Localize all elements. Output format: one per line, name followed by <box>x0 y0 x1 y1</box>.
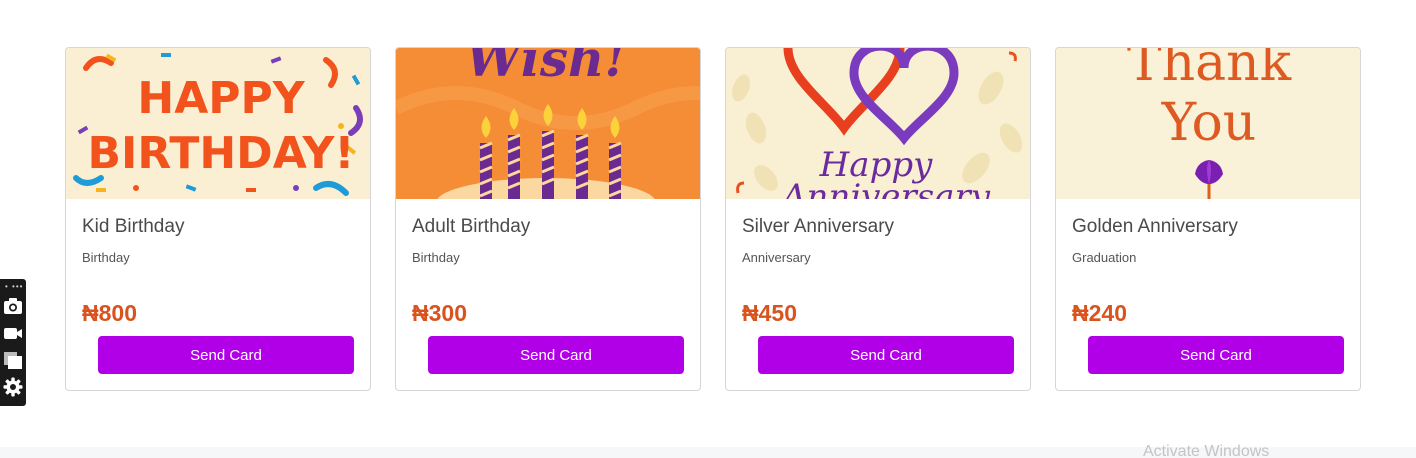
video-icon[interactable] <box>3 323 23 343</box>
card-title: Golden Anniversary <box>1072 216 1238 237</box>
card-category: Graduation <box>1072 250 1137 265</box>
card-image-text: Wish! <box>466 48 627 88</box>
send-card-button[interactable]: Send Card <box>758 336 1014 374</box>
card-category: Birthday <box>82 250 130 265</box>
drag-handle-icon[interactable]: • ••• <box>5 282 23 291</box>
card-image-kid-birthday[interactable]: HAPPY BIRTHDAY! <box>66 48 370 199</box>
card-image-golden-anniversary[interactable]: Thank You <box>1056 48 1360 199</box>
card-image-adult-birthday[interactable]: Wish! <box>396 48 700 199</box>
card-image-text: BIRTHDAY! <box>88 128 355 179</box>
product-card: Happy Anniversary Silver Anniversary Ann… <box>725 47 1031 391</box>
product-card: HAPPY BIRTHDAY! Kid Birthday Birthday ₦8… <box>65 47 371 391</box>
camera-icon[interactable] <box>3 296 23 316</box>
card-title: Silver Anniversary <box>742 216 895 237</box>
card-price: ₦300 <box>412 300 467 326</box>
product-card: Thank You Golden Anniversary Graduation … <box>1055 47 1361 391</box>
send-card-button[interactable]: Send Card <box>1088 336 1344 374</box>
copy-icon[interactable] <box>3 350 23 370</box>
send-card-button[interactable]: Send Card <box>428 336 684 374</box>
card-category: Birthday <box>412 250 460 265</box>
send-card-button[interactable]: Send Card <box>98 336 354 374</box>
screen-recorder-toolbar: • ••• <box>0 279 26 406</box>
card-title: Kid Birthday <box>82 216 185 237</box>
card-image-text: You <box>1161 93 1257 153</box>
product-card: Wish! Adult Birthday Birthday ₦300 Send … <box>395 47 701 391</box>
card-price: ₦240 <box>1072 300 1127 326</box>
card-image-text: Anniversary <box>779 177 991 199</box>
gear-icon[interactable] <box>3 377 23 397</box>
card-price: ₦450 <box>742 300 797 326</box>
card-image-silver-anniversary[interactable]: Happy Anniversary <box>726 48 1030 199</box>
card-image-text: Thank <box>1127 48 1292 93</box>
card-image-text: HAPPY <box>137 73 305 124</box>
card-price: ₦800 <box>82 300 137 326</box>
card-title: Adult Birthday <box>412 216 531 237</box>
card-grid: HAPPY BIRTHDAY! Kid Birthday Birthday ₦8… <box>65 47 1361 391</box>
activate-windows-watermark: Activate Windows <box>1143 443 1270 458</box>
page: { "cards": [ {"title": "Kid Birthday", "… <box>0 0 1416 458</box>
card-category: Anniversary <box>742 250 811 265</box>
